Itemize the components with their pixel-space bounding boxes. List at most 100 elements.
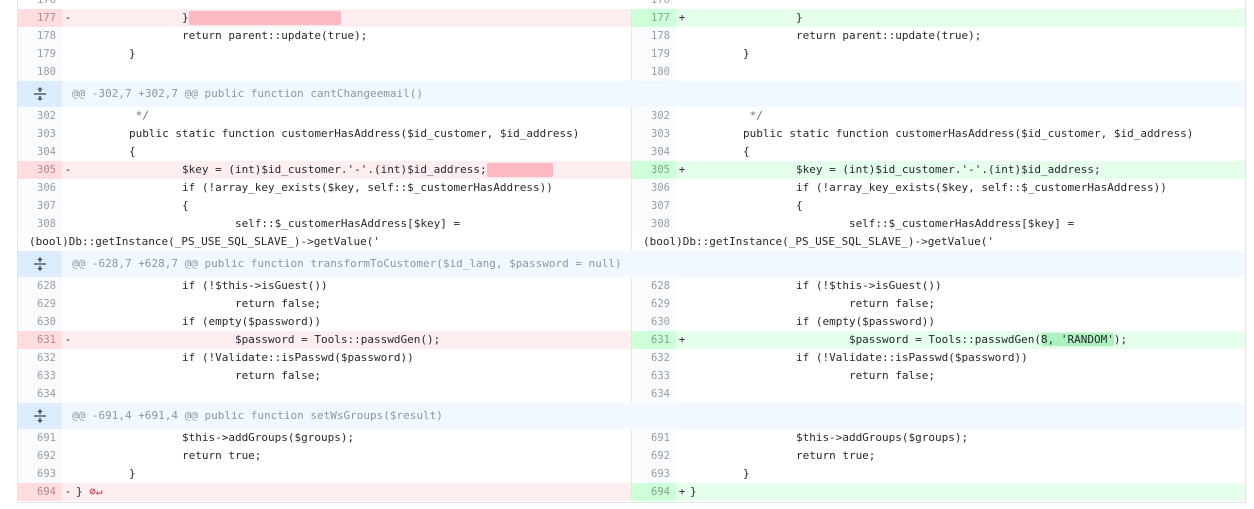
hunk-header: @@ -302,7 +302,7 @@ public function cant… xyxy=(18,81,1245,107)
diff-row: 631 - $password = Tools::passwdGen(); 63… xyxy=(18,331,1245,349)
line-number[interactable]: 630 xyxy=(18,313,62,331)
line-number[interactable]: 302 xyxy=(632,107,676,125)
line-number[interactable]: 179 xyxy=(632,45,676,63)
right-line: 691 $this->addGroups($groups); xyxy=(632,429,1245,447)
code: return parent::update(true); xyxy=(76,29,368,42)
code: } xyxy=(76,467,136,480)
line-number[interactable]: 306 xyxy=(18,179,62,197)
addition-sign: + xyxy=(678,485,686,498)
left-line: 308 self::$_customerHasAddress[$key] = (… xyxy=(18,215,632,251)
left-line: 306 if (!array_key_exists($key, self::$_… xyxy=(18,179,632,197)
line-number[interactable]: 631 xyxy=(632,331,676,349)
line-number[interactable]: 302 xyxy=(18,107,62,125)
line-number[interactable]: 692 xyxy=(632,447,676,465)
line-number[interactable]: 305 xyxy=(18,161,62,179)
left-line: 302 */ xyxy=(18,107,632,125)
line-number[interactable]: 305 xyxy=(632,161,676,179)
line-number[interactable]: 632 xyxy=(18,349,62,367)
line-number[interactable]: 179 xyxy=(18,45,62,63)
code: self::$_customerHasAddress[$key] = xyxy=(76,217,461,230)
line-number[interactable]: 304 xyxy=(18,143,62,161)
diff-row: 306 if (!array_key_exists($key, self::$_… xyxy=(18,179,1245,197)
line-number[interactable]: 693 xyxy=(18,465,62,483)
code: { xyxy=(76,145,136,158)
line-number[interactable]: 633 xyxy=(632,367,676,385)
no-newline-icon: ⊘↵ xyxy=(89,485,103,498)
right-line: 308 self::$_customerHasAddress[$key] = (… xyxy=(632,215,1245,251)
line-number[interactable]: 303 xyxy=(18,125,62,143)
code: if (!array_key_exists($key, self::$_cust… xyxy=(76,181,553,194)
split-diff-view: 176 } 176 } 177 - } 177 + } xyxy=(17,0,1246,503)
line-number[interactable]: 307 xyxy=(632,197,676,215)
line-number[interactable]: 631 xyxy=(18,331,62,349)
right-line: 693 } xyxy=(632,465,1245,483)
code: if (empty($password)) xyxy=(690,315,936,328)
code: $password = Tools::passwdGen(8, 'RANDOM'… xyxy=(690,333,1128,346)
left-line: 633 return false; xyxy=(18,367,632,385)
code: { xyxy=(76,199,189,212)
line-number[interactable]: 177 xyxy=(18,9,62,27)
right-line: 180 xyxy=(632,63,1245,81)
diff-row: 692 return true; 692 return true; xyxy=(18,447,1245,465)
diff-row: 178 return parent::update(true); 178 ret… xyxy=(18,27,1245,45)
code: { xyxy=(690,199,803,212)
left-line: 180 xyxy=(18,63,632,81)
code: } xyxy=(74,9,631,27)
diff-row: 307 { 307 { xyxy=(18,197,1245,215)
line-number[interactable]: 628 xyxy=(18,277,62,295)
line-number[interactable]: 306 xyxy=(632,179,676,197)
code: $this->addGroups($groups); xyxy=(690,431,969,444)
code: return parent::update(true); xyxy=(690,29,982,42)
line-number[interactable]: 634 xyxy=(632,385,676,403)
line-number[interactable]: 694 xyxy=(18,483,62,501)
diff-row: 176 } 176 } xyxy=(37,0,670,6)
line-number[interactable]: 178 xyxy=(18,27,62,45)
line-number[interactable]: 691 xyxy=(632,429,676,447)
left-line: 178 return parent::update(true); xyxy=(18,27,632,45)
line-number[interactable]: 177 xyxy=(632,9,676,27)
hunk-header-text: @@ -691,4 +691,4 @@ public function setW… xyxy=(72,409,443,422)
line-number[interactable]: 629 xyxy=(18,295,62,313)
deletion-sign: - xyxy=(64,485,72,498)
hunk-header: @@ -691,4 +691,4 @@ public function setW… xyxy=(18,403,1245,429)
line-number[interactable]: 308 xyxy=(18,215,62,233)
expand-icon[interactable] xyxy=(18,251,62,277)
line-number[interactable]: 304 xyxy=(632,143,676,161)
line-number[interactable]: 632 xyxy=(632,349,676,367)
line-number[interactable]: 180 xyxy=(632,63,676,81)
code: } xyxy=(690,467,750,480)
expand-icon[interactable] xyxy=(18,81,62,107)
line-number[interactable]: 691 xyxy=(18,429,62,447)
diff-row: 691 $this->addGroups($groups); 691 $this… xyxy=(18,429,1245,447)
line-number[interactable]: 307 xyxy=(18,197,62,215)
line-number[interactable]: 694 xyxy=(632,483,676,501)
diff-row: 305 - $key = (int)$id_customer.'-'.(int)… xyxy=(18,161,1245,179)
left-line-deleted: 694 - } ⊘↵ xyxy=(18,483,632,501)
hunk-header-text: @@ -302,7 +302,7 @@ public function cant… xyxy=(72,87,423,100)
expand-icon[interactable] xyxy=(18,403,62,429)
line-number[interactable]: 308 xyxy=(632,215,676,233)
code: if (!Validate::isPasswd($password)) xyxy=(76,351,414,364)
line-number[interactable]: 634 xyxy=(18,385,62,403)
line-number[interactable]: 633 xyxy=(18,367,62,385)
code: $password = Tools::passwdGen(); xyxy=(76,333,441,346)
line-number[interactable]: 630 xyxy=(632,313,676,331)
diff-row: 304 { 304 { xyxy=(18,143,1245,161)
line-number[interactable]: 628 xyxy=(632,277,676,295)
line-number[interactable]: 303 xyxy=(632,125,676,143)
code: public static function customerHasAddres… xyxy=(690,127,1194,140)
right-line: 302 */ xyxy=(632,107,1245,125)
left-line: 629 return false; xyxy=(18,295,632,313)
line-number[interactable]: 178 xyxy=(632,27,676,45)
line-number[interactable]: 692 xyxy=(18,447,62,465)
line-number[interactable]: 180 xyxy=(18,63,62,81)
diff-row: 632 if (!Validate::isPasswd($password)) … xyxy=(18,349,1245,367)
code: public static function customerHasAddres… xyxy=(76,127,580,140)
diff-row: 179 } 179 } xyxy=(18,45,1245,63)
code-wrapped: (bool)Db::getInstance(_PS_USE_SQL_SLAVE_… xyxy=(643,235,994,248)
code: $this->addGroups($groups); xyxy=(76,431,355,444)
line-number[interactable]: 693 xyxy=(632,465,676,483)
left-line-deleted: 305 - $key = (int)$id_customer.'-'.(int)… xyxy=(18,161,632,179)
line-number[interactable]: 629 xyxy=(632,295,676,313)
right-line: 178 return parent::update(true); xyxy=(632,27,1245,45)
